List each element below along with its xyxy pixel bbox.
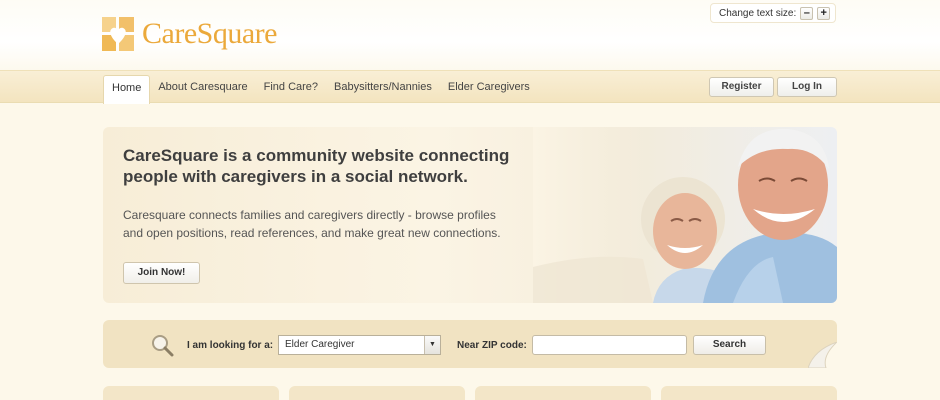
care-type-value: Elder Caregiver (285, 339, 355, 350)
nav-tabs: Home About Caresquare Find Care? Babysit… (103, 75, 538, 104)
account-actions: Register Log In (709, 77, 840, 97)
feature-card (475, 386, 651, 400)
logo-text: CareSquare (142, 17, 277, 50)
looking-for-label: I am looking for a: (187, 340, 274, 351)
text-size-increase-button[interactable]: + (817, 6, 831, 20)
caregiver-search-bar: I am looking for a: Elder Caregiver ▼ Ne… (103, 320, 837, 368)
zip-code-input[interactable] (532, 335, 687, 355)
feature-card (103, 386, 279, 400)
page-curl-decoration (808, 342, 837, 368)
main-navigation: Home About Caresquare Find Care? Babysit… (0, 70, 940, 104)
search-button[interactable]: Search (693, 335, 766, 355)
tab-babysitters[interactable]: Babysitters/Nannies (326, 75, 440, 104)
login-button[interactable]: Log In (777, 77, 837, 97)
tab-elder-caregivers[interactable]: Elder Caregivers (440, 75, 538, 104)
register-button[interactable]: Register (709, 77, 774, 97)
zip-label: Near ZIP code: (457, 340, 527, 351)
magnifier-icon (152, 335, 174, 357)
logo-heart-icon (102, 17, 134, 51)
dropdown-arrow-icon[interactable]: ▼ (424, 336, 440, 354)
join-now-button[interactable]: Join Now! (123, 262, 200, 284)
text-size-control: Change text size: – + (710, 3, 836, 23)
tab-home[interactable]: Home (103, 75, 151, 104)
hero-banner: CareSquare is a community website connec… (103, 127, 837, 303)
text-size-label: Change text size: (719, 7, 797, 19)
hero-description: Caresquare connects families and caregiv… (123, 208, 501, 240)
tab-about[interactable]: About Caresquare (150, 75, 255, 104)
feature-card (289, 386, 465, 400)
feature-card (661, 386, 837, 400)
text-size-decrease-button[interactable]: – (800, 6, 814, 20)
care-type-select[interactable]: Elder Caregiver ▼ (278, 335, 441, 355)
hero-headline: CareSquare is a community website connec… (123, 146, 510, 186)
tab-find-care[interactable]: Find Care? (256, 75, 326, 104)
logo[interactable]: CareSquare (102, 15, 277, 53)
elderly-couple-photo (533, 127, 837, 303)
